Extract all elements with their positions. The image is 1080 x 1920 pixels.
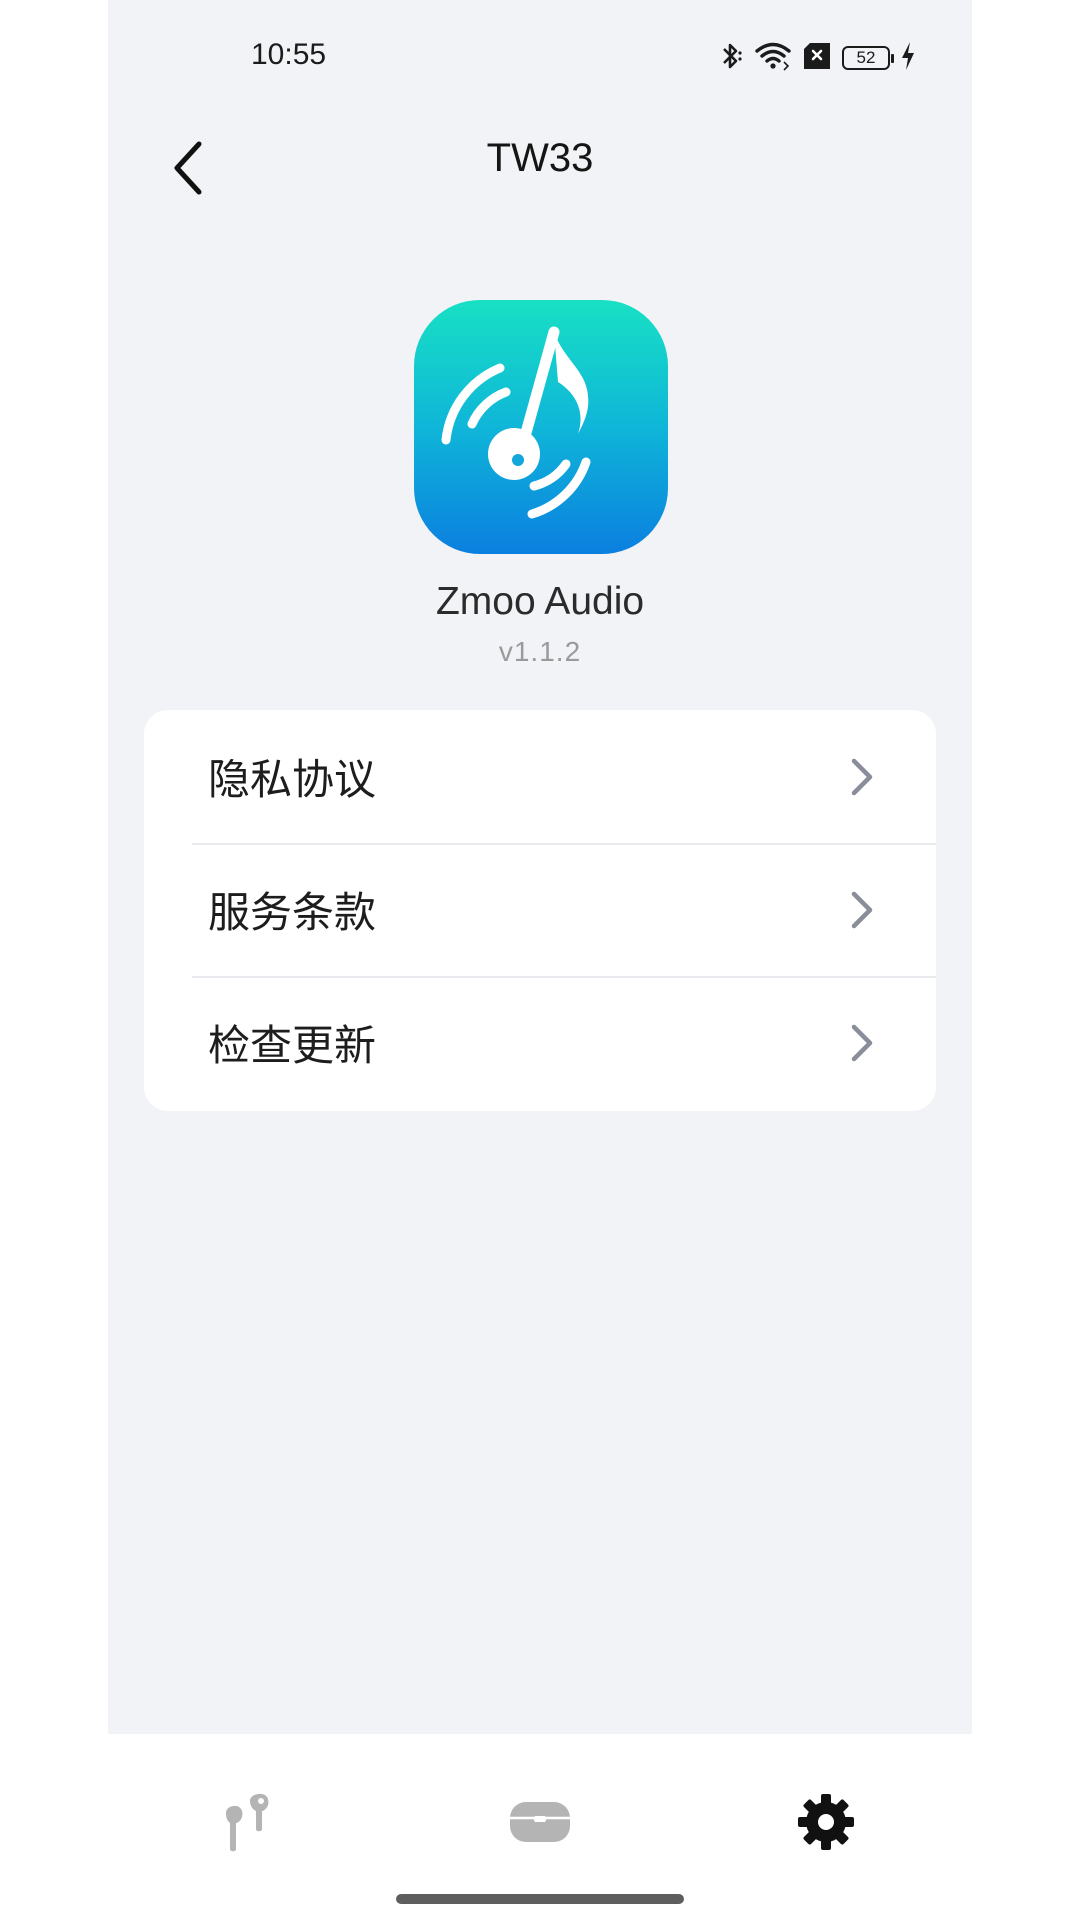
earbuds-icon — [220, 1789, 276, 1859]
chevron-right-icon — [848, 757, 876, 797]
settings-screen: 10:55 52 TW33 Zmoo Audio v1.1.2 隐私协议 服务条… — [108, 0, 972, 1920]
settings-menu: 隐私协议 服务条款 检查更新 — [144, 710, 936, 1111]
battery-level: 52 — [856, 48, 876, 67]
menu-item-label: 服务条款 — [208, 888, 377, 937]
home-indicator[interactable] — [396, 1894, 684, 1904]
app-version: v1.1.2 — [498, 636, 582, 667]
page-title: TW33 — [486, 136, 594, 180]
charging-case-icon — [508, 1798, 572, 1850]
no-sim-icon — [802, 43, 832, 73]
top-app-bar: TW33 — [108, 110, 972, 234]
menu-item-label: 检查更新 — [208, 1021, 377, 1070]
status-bar: 10:55 52 — [108, 0, 972, 110]
privacy-policy-item[interactable]: 隐私协议 — [144, 710, 936, 843]
wifi-icon — [754, 41, 792, 75]
nav-earbuds[interactable] — [200, 1776, 296, 1872]
nav-charging-case[interactable] — [492, 1776, 588, 1872]
status-time: 10:55 — [251, 38, 327, 71]
bluetooth-icon — [718, 41, 744, 75]
check-update-item[interactable]: 检查更新 — [144, 976, 936, 1109]
app-logo — [414, 300, 668, 554]
chevron-right-icon — [848, 1023, 876, 1063]
nav-settings[interactable] — [778, 1776, 874, 1872]
battery-icon: 52 — [842, 46, 894, 70]
music-note-sound-wave-icon — [414, 326, 668, 554]
bottom-navigation — [108, 1734, 972, 1920]
status-icons: 52 — [718, 40, 916, 76]
terms-of-service-item[interactable]: 服务条款 — [144, 843, 936, 976]
menu-item-label: 隐私协议 — [208, 755, 377, 804]
chevron-right-icon — [848, 890, 876, 930]
charging-icon — [900, 41, 916, 75]
gear-icon — [796, 1792, 856, 1856]
app-name: Zmoo Audio — [435, 580, 645, 623]
